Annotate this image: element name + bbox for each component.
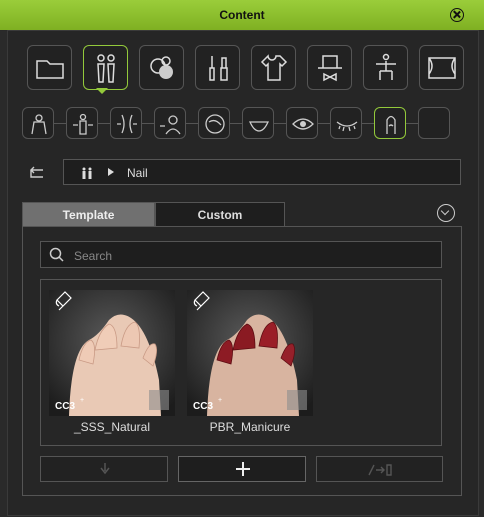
- apply-icon: [368, 464, 392, 476]
- shirt-icon: [260, 54, 288, 81]
- search-input[interactable]: Search: [40, 241, 442, 268]
- template-item-label: _SSS_Natural: [73, 420, 151, 434]
- character-icon: [97, 54, 115, 83]
- empty-slot-button[interactable]: [418, 107, 450, 139]
- nail-icon: [386, 115, 396, 134]
- mouth-button[interactable]: [242, 107, 274, 139]
- waist-button[interactable]: [110, 107, 142, 139]
- material-button[interactable]: [139, 45, 184, 90]
- arrow-down-icon: [100, 463, 110, 475]
- natural-nails-image: CC3 +: [49, 290, 175, 416]
- download-button[interactable]: [40, 456, 168, 482]
- settings-dropdown-icon[interactable]: [437, 204, 455, 222]
- nail-button[interactable]: [374, 107, 406, 139]
- search-placeholder: Search: [74, 249, 113, 263]
- search-icon: [49, 247, 64, 262]
- hair-button[interactable]: [198, 107, 230, 139]
- eye-icon: [292, 118, 314, 130]
- body-morph-icon: [73, 113, 93, 135]
- back-icon[interactable]: [27, 166, 45, 180]
- body-icon: [31, 114, 47, 135]
- tab-template[interactable]: Template: [22, 202, 155, 227]
- folder-icon: [36, 60, 64, 79]
- svg-text:+: +: [80, 397, 84, 404]
- svg-text:CC3: CC3: [55, 401, 75, 412]
- hat-icon: [318, 55, 342, 82]
- folder-button[interactable]: [27, 45, 72, 90]
- breadcrumb: Nail: [63, 159, 461, 185]
- head-morph-icon: [160, 115, 181, 135]
- template-item-label: PBR_Manicure: [209, 420, 291, 434]
- mouth-icon: [248, 121, 270, 132]
- motion-button[interactable]: [363, 45, 408, 90]
- tab-custom[interactable]: Custom: [155, 202, 285, 227]
- stage-button[interactable]: [419, 45, 464, 90]
- makeup-icon: [209, 56, 228, 81]
- window-title: Content: [219, 8, 265, 22]
- body-morph-button[interactable]: [66, 107, 98, 139]
- makeup-button[interactable]: [195, 45, 240, 90]
- breadcrumb-label: Nail: [127, 166, 148, 180]
- svg-text:CC3: CC3: [193, 401, 213, 412]
- add-button[interactable]: [178, 456, 306, 482]
- clothing-button[interactable]: [251, 45, 296, 90]
- close-icon[interactable]: [450, 8, 464, 22]
- character-icon: [82, 167, 92, 179]
- spheres-icon: [150, 56, 173, 79]
- plus-icon: [236, 462, 250, 476]
- template-item-thumbnail[interactable]: CC3 +: [49, 290, 175, 416]
- active-category-caret: [96, 88, 108, 94]
- accessory-button[interactable]: [307, 45, 352, 90]
- chevron-right-icon: [108, 168, 114, 176]
- apply-button[interactable]: [316, 456, 443, 482]
- stage-icon: [428, 57, 456, 79]
- eyelash-button[interactable]: [330, 107, 362, 139]
- body-button[interactable]: [22, 107, 54, 139]
- character-button[interactable]: [83, 45, 128, 90]
- waist-icon: [117, 114, 137, 134]
- title-bar: Content: [0, 0, 484, 30]
- template-item-thumbnail[interactable]: CC3 +: [187, 290, 313, 416]
- svg-text:+: +: [218, 397, 222, 404]
- manicure-nails-image: CC3 +: [187, 290, 313, 416]
- head-morph-button[interactable]: [154, 107, 186, 139]
- eye-button[interactable]: [286, 107, 318, 139]
- pose-icon: [376, 53, 396, 80]
- eyelash-icon: [336, 121, 358, 132]
- hair-icon: [205, 114, 225, 134]
